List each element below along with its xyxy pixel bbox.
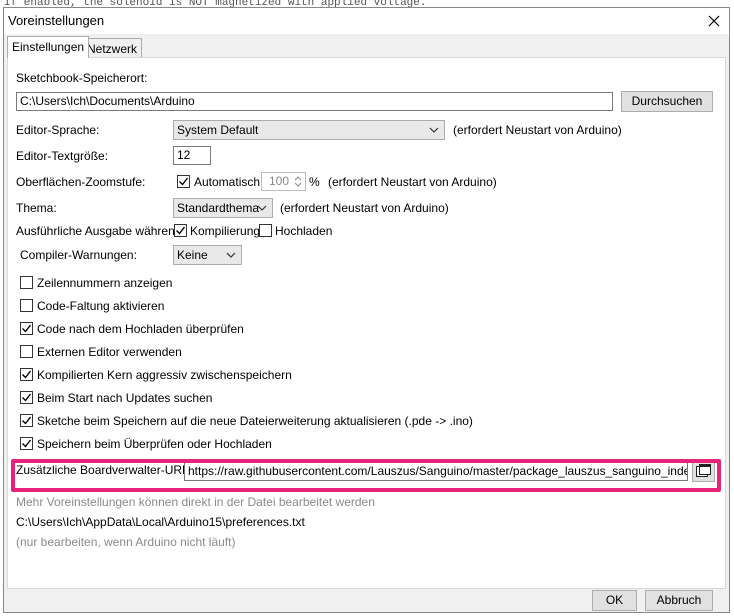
sketchbook-label: Sketchbook-Speicherort:	[16, 71, 148, 85]
editor-fontsize-label: Editor-Textgröße:	[16, 149, 109, 163]
option-checkbox[interactable]	[20, 345, 33, 358]
cancel-button[interactable]: Abbruch	[645, 590, 713, 611]
preferences-file-path: C:\Users\Ich\AppData\Local\Arduino15\pre…	[16, 515, 305, 529]
close-button[interactable]	[699, 8, 729, 34]
option-label: Externen Editor verwenden	[37, 345, 182, 359]
settings-panel: Sketchbook-Speicherort: C:\Users\Ich\Doc…	[7, 57, 726, 589]
option-label: Kompilierten Kern aggressiv zwischenspei…	[37, 368, 292, 382]
checkmark-icon	[179, 177, 189, 186]
theme-note: (erfordert Neustart von Arduino)	[280, 201, 449, 215]
option-label: Zeilennummern anzeigen	[37, 276, 173, 290]
editor-language-note: (erfordert Neustart von Arduino)	[453, 123, 622, 137]
verbose-upload-checkbox[interactable]	[259, 224, 272, 237]
verbose-compile-label: Kompilierung	[190, 224, 261, 238]
zoom-spinner[interactable]: 100	[261, 172, 306, 191]
compiler-warnings-value: Keine	[177, 248, 208, 262]
option-label: Code nach dem Hochladen überprüfen	[37, 322, 244, 336]
board-urls-highlight	[11, 459, 721, 492]
option-checkbox[interactable]	[20, 414, 33, 427]
checkmark-icon	[22, 324, 32, 333]
more-prefs-note: (nur bearbeiten, wenn Arduino nicht läuf…	[16, 535, 236, 549]
option-checkbox[interactable]	[20, 391, 33, 404]
option-label: Sketche beim Speichern auf die neue Date…	[37, 414, 473, 428]
chevron-down-icon	[257, 205, 267, 211]
option-label: Beim Start nach Updates suchen	[37, 391, 213, 405]
zoom-unit: %	[309, 175, 320, 189]
chevron-down-icon	[429, 127, 439, 133]
sketchbook-path-field[interactable]: C:\Users\Ich\Documents\Arduino	[16, 92, 613, 111]
zoom-auto-checkbox[interactable]	[177, 175, 190, 188]
verbose-upload-label: Hochladen	[275, 224, 333, 238]
theme-value: Standardthema	[177, 201, 260, 215]
dialog-title: Voreinstellungen	[8, 13, 105, 28]
option-label: Code-Faltung aktivieren	[37, 299, 165, 313]
editor-fontsize-field[interactable]: 12	[173, 146, 211, 165]
close-icon	[708, 15, 720, 27]
verbose-compile-checkbox[interactable]	[174, 224, 187, 237]
option-checkbox[interactable]	[20, 368, 33, 381]
tab-einstellungen[interactable]: Einstellungen	[7, 36, 90, 58]
compiler-warnings-select[interactable]: Keine	[173, 245, 242, 265]
editor-language-value: System Default	[177, 123, 259, 137]
zoom-auto-label: Automatisch	[194, 175, 261, 189]
theme-label: Thema:	[16, 201, 57, 215]
option-checkbox[interactable]	[20, 437, 33, 450]
ok-button[interactable]: OK	[592, 590, 637, 611]
zoom-note: (erfordert Neustart von Arduino)	[328, 175, 497, 189]
option-label: Speichern beim Überprüfen oder Hochladen	[37, 437, 272, 451]
checkmark-icon	[176, 226, 186, 235]
editor-language-label: Editor-Sprache:	[16, 123, 100, 137]
title-bar: Voreinstellungen	[4, 8, 729, 34]
checkmark-icon	[22, 393, 32, 402]
tab-netzwerk[interactable]: Netzwerk	[82, 38, 143, 58]
verbose-label: Ausführliche Ausgabe während:	[16, 224, 185, 238]
option-checkbox[interactable]	[20, 276, 33, 289]
zoom-value: 100	[268, 174, 289, 188]
checkmark-icon	[22, 439, 32, 448]
editor-language-select[interactable]: System Default	[173, 120, 445, 140]
chevron-down-icon	[226, 252, 236, 258]
more-prefs-hint: Mehr Voreinstellungen können direkt in d…	[16, 495, 375, 509]
browse-button[interactable]: Durchsuchen	[621, 91, 713, 112]
option-checkbox[interactable]	[20, 322, 33, 335]
spinner-arrows-icon	[294, 176, 302, 187]
checkmark-icon	[22, 370, 32, 379]
option-checkbox[interactable]	[20, 299, 33, 312]
compiler-warnings-label: Compiler-Warnungen:	[20, 248, 137, 262]
theme-select[interactable]: Standardthema	[173, 198, 273, 218]
preferences-dialog: Voreinstellungen Einstellungen Netzwerk …	[3, 7, 730, 613]
checkmark-icon	[22, 416, 32, 425]
zoom-label: Oberflächen-Zoomstufe:	[16, 175, 146, 189]
